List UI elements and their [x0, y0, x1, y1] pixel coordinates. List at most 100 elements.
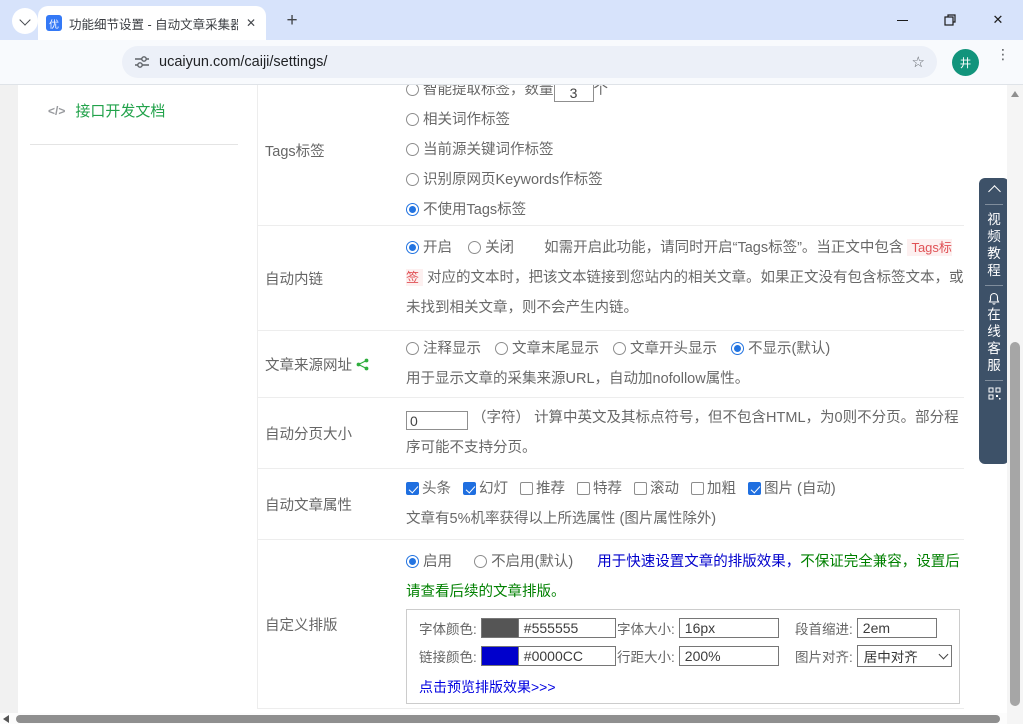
tab-title: 功能细节设置 - 自动文章采集器	[69, 14, 238, 33]
horizontal-scroll-thumb[interactable]	[16, 715, 1000, 723]
checkbox-icon[interactable]	[520, 482, 533, 495]
browser-menu-icon[interactable]: ⋮	[995, 50, 1011, 58]
window-restore-button[interactable]	[939, 10, 961, 30]
row-label: 自定义排版	[258, 540, 406, 708]
profile-avatar[interactable]: 井	[952, 49, 979, 76]
row-auto-innerlink: 自动内链 开启 关闭 如需开启此功能，请同时开启“Tags标签”。当正文中包含 …	[258, 226, 964, 331]
radio-icon[interactable]	[406, 203, 419, 216]
img-align-value: 居中对齐	[864, 646, 918, 666]
indent-input[interactable]: 2em	[857, 618, 937, 638]
row-content: 启用 不启用(默认) 用于快速设置文章的排版效果，不保证完全兼容，设置后请查看后…	[406, 540, 964, 708]
link-color-input[interactable]: #0000CC	[519, 646, 616, 666]
vertical-scroll-thumb[interactable]	[1010, 342, 1020, 706]
radio-disable-label: 不启用(默认)	[491, 554, 573, 570]
line-height-input[interactable]: 200%	[679, 646, 779, 666]
radio-disable[interactable]	[474, 555, 487, 568]
window-minimize-button[interactable]	[891, 10, 913, 30]
link-color-swatch[interactable]	[481, 646, 519, 666]
checkbox-icon[interactable]	[463, 482, 476, 495]
checkbox-icon[interactable]	[406, 482, 419, 495]
tab-search-button[interactable]	[12, 8, 38, 34]
bell-icon[interactable]	[987, 292, 1001, 306]
video-tutorial-button[interactable]: 视频教程	[987, 211, 1001, 279]
radio-icon[interactable]	[406, 342, 419, 355]
qr-code-icon[interactable]	[988, 387, 1001, 400]
font-color-input[interactable]: #555555	[519, 618, 616, 638]
row-content: 头条幻灯推荐特荐滚动加粗图片 (自动) 文章有5%机率获得以上所选属性 (图片属…	[406, 469, 964, 539]
vertical-label-char: 频	[987, 228, 1001, 245]
radio-icon[interactable]	[495, 342, 508, 355]
checkbox-icon[interactable]	[577, 482, 590, 495]
checkbox-icon[interactable]	[691, 482, 704, 495]
online-service-button[interactable]: 在线客服	[987, 306, 1001, 374]
img-align-label: 图片对齐:	[795, 646, 853, 666]
tags-options: 智能提取标签，数量3个相关词作标签当前源关键词作标签识别原网页Keywords作…	[406, 85, 964, 225]
scroll-left-arrow[interactable]	[3, 715, 9, 723]
radio-option: 注释显示	[406, 341, 481, 357]
vertical-label-char: 在	[987, 306, 1001, 323]
row-label-text: 文章来源网址	[265, 354, 352, 375]
share-icon[interactable]	[356, 358, 369, 371]
tags-count-input[interactable]: 3	[554, 85, 594, 102]
radio-icon[interactable]	[406, 143, 419, 156]
checkbox-icon[interactable]	[634, 482, 647, 495]
radio-icon[interactable]	[406, 173, 419, 186]
address-bar[interactable]: ucaiyun.com/caiji/settings/ ☆	[122, 46, 937, 78]
radio-option: 智能提取标签，数量3个	[406, 85, 964, 105]
checkbox-icon[interactable]	[748, 482, 761, 495]
window-close-button[interactable]: ✕	[987, 10, 1009, 30]
font-size-label: 字体大小:	[617, 618, 675, 638]
radio-icon[interactable]	[406, 85, 419, 96]
row-label: 自动内链	[258, 226, 406, 330]
radio-icon[interactable]	[731, 342, 744, 355]
font-color-swatch[interactable]	[481, 618, 519, 638]
row-content: 0 （字符） 计算中英文及其标点符号，但不包含HTML，为0则不分页。部分程序可…	[406, 398, 964, 468]
row-label: 自动分页大小	[258, 398, 406, 468]
font-size-input[interactable]: 16px	[679, 618, 779, 638]
vertical-label-char: 线	[987, 323, 1001, 340]
sidebar-item-api-docs[interactable]: </> 接口开发文档	[48, 100, 257, 121]
radio-enable[interactable]	[406, 555, 419, 568]
vertical-label-char: 程	[987, 262, 1001, 279]
url-text[interactable]: ucaiyun.com/caiji/settings/	[159, 54, 912, 70]
vertical-scrollbar[interactable]	[1007, 85, 1023, 713]
minimize-icon	[897, 20, 908, 21]
radio-on-label: 开启	[423, 240, 452, 256]
radio-on[interactable]	[406, 241, 419, 254]
sidebar-divider	[30, 144, 238, 145]
row-content: 开启 关闭 如需开启此功能，请同时开启“Tags标签”。当正文中包含 Tags标…	[406, 226, 964, 330]
floating-side-panel: 视频教程 在线客服	[979, 178, 1009, 464]
row-label: 文章来源网址	[258, 331, 406, 397]
new-tab-button[interactable]: +	[280, 9, 304, 33]
row-tags: Tags标签 智能提取标签，数量3个相关词作标签当前源关键词作标签识别原网页Ke…	[258, 85, 964, 226]
panel-divider	[985, 380, 1003, 381]
indent-label: 段首缩进:	[795, 618, 853, 638]
bookmark-star-icon[interactable]: ☆	[912, 53, 925, 71]
tab-close-icon[interactable]: ✕	[238, 14, 258, 32]
horizontal-scrollbar[interactable]	[0, 713, 1007, 724]
checkbox-option: 推荐	[520, 481, 565, 497]
img-align-select[interactable]: 居中对齐	[857, 645, 952, 667]
radio-icon[interactable]	[613, 342, 626, 355]
preview-layout-link[interactable]: 点击预览排版效果>>>	[419, 677, 556, 697]
vertical-label-char: 视	[987, 211, 1001, 228]
settings-form: Tags标签 智能提取标签，数量3个相关词作标签当前源关键词作标签识别原网页Ke…	[257, 85, 964, 713]
checkbox-option: 头条	[406, 481, 451, 497]
scrollbar-corner	[1007, 713, 1023, 724]
page-size-input[interactable]: 0	[406, 411, 468, 430]
favicon: 优	[46, 15, 62, 31]
font-color-label: 字体颜色:	[419, 618, 477, 638]
radio-off[interactable]	[468, 241, 481, 254]
source-url-options: 注释显示文章末尾显示文章开头显示不显示(默认)	[406, 334, 964, 364]
browser-tab[interactable]: 优 功能细节设置 - 自动文章采集器 ✕	[38, 6, 266, 40]
vertical-label-char: 客	[987, 340, 1001, 357]
scroll-up-arrow[interactable]	[1011, 91, 1019, 97]
row-page-size: 自动分页大小 0 （字符） 计算中英文及其标点符号，但不包含HTML，为0则不分…	[258, 398, 964, 469]
radio-option: 不使用Tags标签	[406, 195, 964, 225]
site-settings-icon[interactable]	[134, 54, 150, 70]
radio-icon[interactable]	[406, 113, 419, 126]
row-article-attrs: 自动文章属性 头条幻灯推荐特荐滚动加粗图片 (自动) 文章有5%机率获得以上所选…	[258, 469, 964, 540]
back-to-top-icon[interactable]	[988, 185, 1001, 198]
attrs-note: 文章有5%机率获得以上所选属性 (图片属性除外)	[406, 504, 964, 534]
chevron-down-icon	[19, 14, 30, 25]
